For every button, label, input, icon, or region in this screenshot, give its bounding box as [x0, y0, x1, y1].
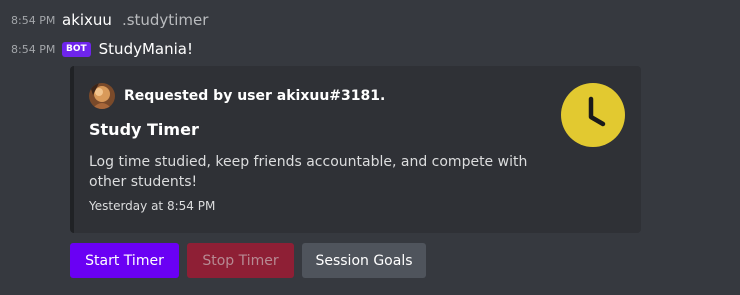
username[interactable]: akixuu: [62, 11, 112, 29]
bot-username[interactable]: StudyMania!: [99, 40, 193, 58]
start-timer-button[interactable]: Start Timer: [70, 243, 179, 278]
message-timestamp: 8:54 PM: [11, 42, 56, 56]
clock-icon[interactable]: [561, 83, 625, 147]
bot-badge: BOT: [62, 41, 91, 57]
embed-author: Requested by user akixuu#3181.: [89, 83, 385, 109]
message-text: .studytimer: [121, 11, 209, 29]
embed-footer: Yesterday at 8:54 PM: [89, 199, 216, 213]
avatar[interactable]: [89, 83, 115, 109]
message-user: 8:54 PM akixuu .studytimer: [0, 11, 208, 29]
embed-card: Requested by user akixuu#3181. Study Tim…: [70, 66, 641, 233]
message-timestamp: 8:54 PM: [11, 13, 56, 27]
session-goals-button[interactable]: Session Goals: [302, 243, 426, 278]
embed-author-name: Requested by user akixuu#3181.: [124, 88, 386, 104]
stop-timer-button[interactable]: Stop Timer: [187, 243, 294, 278]
embed-description: Log time studied, keep friends accountab…: [89, 154, 528, 190]
message-bot: 8:54 PM BOT StudyMania!: [0, 40, 193, 58]
embed-title: Study Timer: [89, 120, 199, 139]
